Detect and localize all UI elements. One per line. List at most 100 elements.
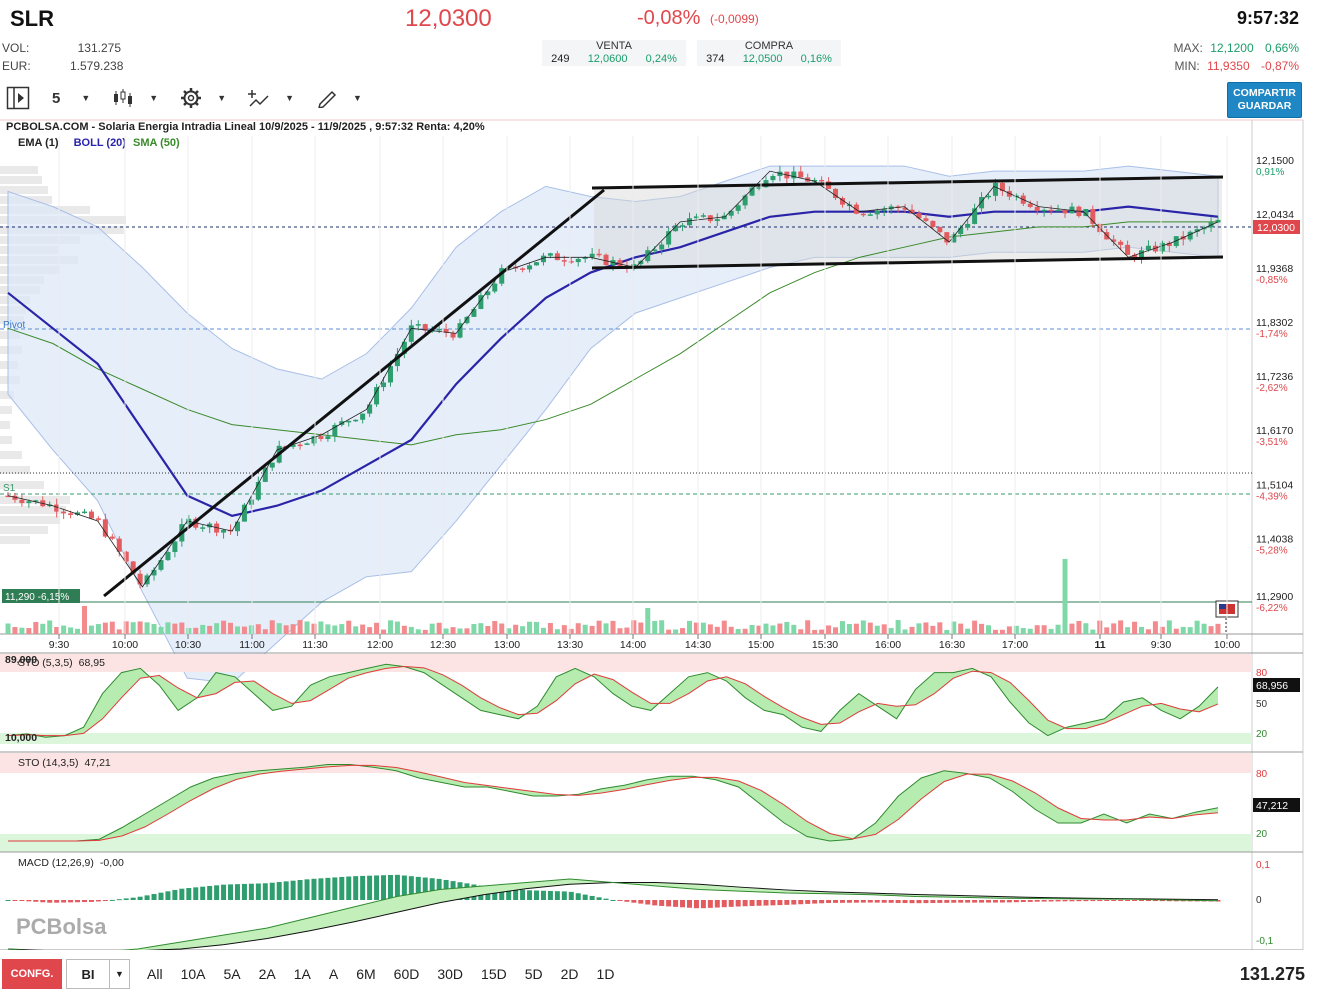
range-5d[interactable]: 5D [522,966,546,982]
macd-hist-bar [116,899,122,901]
range-2a[interactable]: 2A [256,966,279,982]
range-a[interactable]: A [326,966,341,982]
macd-hist-bar [165,891,171,900]
candle-body [986,195,992,198]
candle-body [325,436,331,439]
volume-bar [714,626,720,634]
candle-body [297,444,303,447]
volume-bar [652,620,658,634]
range-2d[interactable]: 2D [558,966,582,982]
volume-bar [867,622,873,634]
macd-hist-bar [255,883,261,900]
range-6m[interactable]: 6M [353,966,378,982]
macd-hist-bar [1027,900,1033,902]
macd-hist-bar [290,880,296,900]
range-60d[interactable]: 60D [391,966,423,982]
volume-bar [40,623,46,634]
volume-bar [902,629,908,634]
range-all[interactable]: All [144,966,166,982]
volume-bar [394,621,400,634]
macd-hist-bar [742,900,748,907]
candle-body [659,244,665,250]
volume-bar [1118,620,1124,634]
candle-body [735,205,741,211]
volume-bar [318,621,324,634]
candle-body [589,253,595,258]
range-15d[interactable]: 15D [478,966,510,982]
volume-bar [1055,624,1061,634]
macd-hist-bar [1132,900,1138,901]
price-chart[interactable]: Pivot S1 11,290 -6,15% 12,15000,91% 12,04… [0,118,1317,950]
last-price-tag: 12,0300 [1257,222,1295,234]
indicators-button[interactable]: ▼ [248,88,294,108]
volume-bar [992,629,998,634]
macd-hist-bar [534,890,540,900]
x-tick-label: 10:00 [112,639,138,651]
volume-bar [109,621,115,634]
volume-bar [561,625,567,634]
last-price: 12,0300 [405,5,492,32]
candle-body [353,419,359,422]
volume-bar [575,623,581,634]
volume-bar [1048,628,1054,634]
macd-hist-bar [186,888,192,900]
macd-hist-bar [1097,900,1103,902]
interval-select[interactable]: 5 ▼ [52,90,90,107]
volume-bar [812,629,818,634]
chart-type-button[interactable]: ▼ [112,88,158,108]
volume-bar [360,624,366,634]
macd-hist-bar [638,900,644,904]
range-1d[interactable]: 1D [594,966,618,982]
x-tick-label: 10:30 [175,639,201,651]
volume-bar [819,629,825,634]
buy-pct: 0,16% [800,53,832,65]
panel-toggle-button[interactable] [6,86,30,110]
macd-hist-bar [387,875,393,900]
volume-bar [381,629,387,634]
macd-hist-bar [631,900,637,903]
macd-hist-bar [26,900,32,902]
candle-body [374,387,380,405]
candle-body [415,324,421,326]
volume-profile-bar [0,166,38,174]
volume-bar [1076,620,1082,634]
volume-bar [979,623,985,634]
macd-hist-bar [568,891,574,900]
volume-bar [151,623,157,634]
sell-price: 12,0600 [587,53,628,65]
macd-hist-bar [75,900,81,903]
macd-hist-bar [1062,900,1068,902]
macd-hist-bar [54,900,60,903]
watermark-logo: PCBolsa [16,914,107,939]
settings-button[interactable]: ▼ [180,87,226,109]
candle-body [930,220,936,227]
volume-label: VOL: [2,41,30,55]
volume-bar [1069,623,1075,634]
volume-bar [1020,628,1026,634]
range-30d[interactable]: 30D [434,966,466,982]
macd-hist-bar [575,893,581,900]
config-button[interactable]: CONFG. [2,959,62,989]
candle-body [102,519,108,537]
macd-hist-bar [304,879,310,900]
candle-body [867,214,873,216]
volume-bar [624,627,630,634]
volume-bar [666,629,672,634]
range-5a[interactable]: 5A [220,966,243,982]
drawing-tools-button[interactable]: ▼ [316,88,362,108]
range-10a[interactable]: 10A [178,966,209,982]
volume-bar [1208,626,1214,634]
bi-select[interactable]: BI ▼ [66,959,130,989]
volume-bar [165,622,171,634]
macd-hist-bar [874,900,880,903]
chevron-down-icon: ▼ [149,93,159,103]
volume-bar [596,620,602,634]
max-label: MAX: [1173,41,1203,55]
candle-body [408,325,414,342]
share-save-button[interactable]: COMPARTIR GUARDAR [1227,82,1302,118]
sto1-label: STO (5,3,5) 68,95 [18,657,105,669]
sto2-oversold-zone [0,834,1252,852]
range-1a[interactable]: 1A [291,966,314,982]
macd-hist-bar [221,884,227,900]
volume-profile-bar [0,536,30,544]
